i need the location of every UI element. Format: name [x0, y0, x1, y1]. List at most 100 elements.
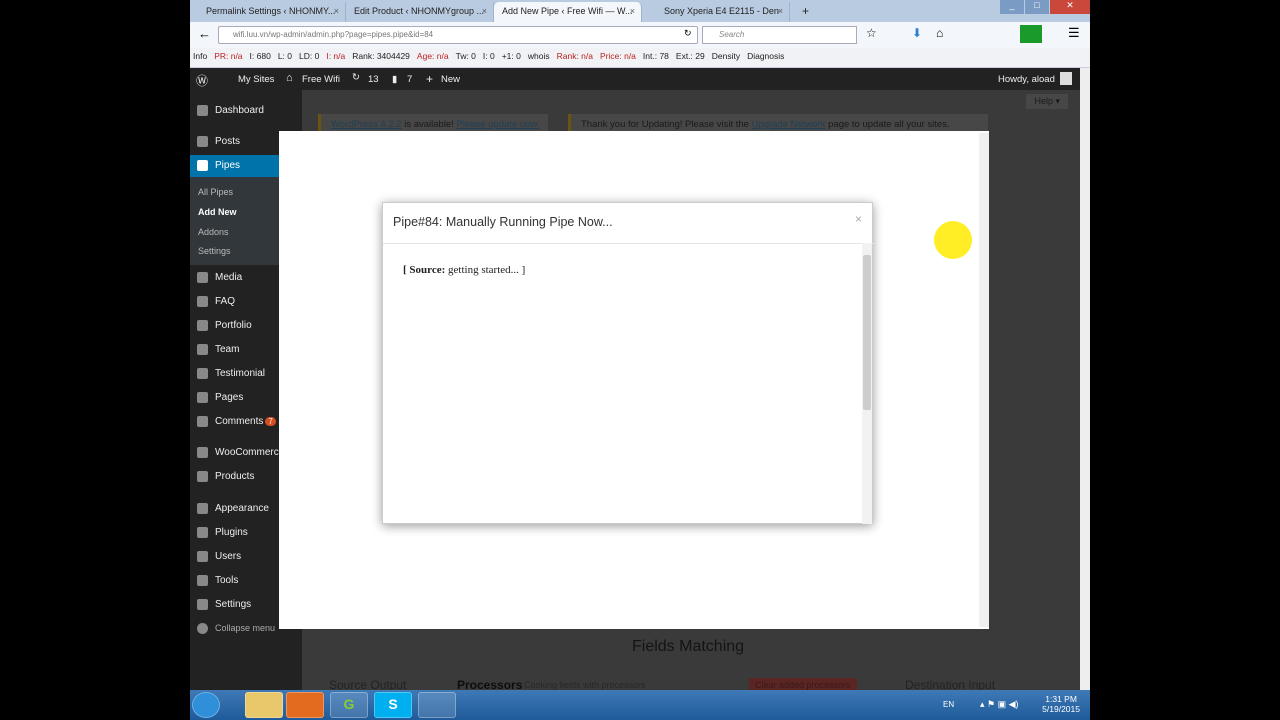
processors-heading: Processors	[457, 678, 523, 690]
sidebar-item-media[interactable]: Media	[190, 267, 279, 289]
sidebar-item-tools[interactable]: Tools	[190, 570, 279, 592]
extension-icon[interactable]	[1020, 25, 1042, 43]
my-sites-link[interactable]: My Sites	[238, 74, 274, 85]
scrollbar-thumb[interactable]	[863, 255, 871, 410]
maximize-icon[interactable]: □	[1025, 0, 1049, 14]
modal-scrollbar[interactable]	[979, 133, 989, 627]
submenu-settings[interactable]: Settings	[198, 246, 231, 256]
sidebar-item-portfolio[interactable]: Portfolio	[190, 315, 279, 337]
label: Comments	[215, 416, 264, 427]
processors-hint: Cooking fields with processors	[524, 680, 646, 690]
update-now-link[interactable]: Please update now.	[457, 119, 540, 130]
seo-item[interactable]: Info	[193, 51, 207, 64]
seo-item[interactable]: Age: n/a	[417, 51, 449, 64]
submenu-add-new[interactable]: Add New	[198, 207, 237, 217]
new-link[interactable]: New	[441, 74, 460, 85]
seo-item[interactable]: I: n/a	[326, 51, 345, 64]
collapse-menu-button[interactable]: Collapse menu	[190, 618, 279, 640]
seo-item[interactable]: Price: n/a	[600, 51, 636, 64]
page-scrollbar[interactable]	[1080, 68, 1090, 690]
upgrade-network-link[interactable]: Upgrade Network	[752, 119, 826, 130]
wordpress-logo-icon[interactable]: Ⓦ	[196, 72, 208, 89]
sidebar-item-users[interactable]: Users	[190, 546, 279, 568]
seo-item[interactable]: Rank: n/a	[557, 51, 593, 64]
seo-item[interactable]: PR: n/a	[214, 51, 242, 64]
language-indicator[interactable]: EN	[943, 700, 954, 709]
bookmark-star-icon[interactable]: ☆	[866, 26, 877, 40]
tray-icons[interactable]: ▴ ⚑ ▣ ◀)	[980, 699, 1019, 710]
howdy-link[interactable]: Howdy, aload	[998, 74, 1055, 85]
products-icon	[197, 471, 208, 482]
clock[interactable]: 1:31 PM 5/19/2015	[1042, 694, 1080, 714]
close-tab-icon[interactable]: ×	[778, 6, 783, 16]
comments-link[interactable]: 7	[407, 74, 412, 85]
menu-icon[interactable]: ☰	[1068, 25, 1080, 41]
label: Posts	[215, 136, 241, 147]
tab[interactable]: Edit Product ‹ NHONMYgroup ... ×	[346, 2, 494, 22]
sidebar-item-posts[interactable]: Posts	[190, 131, 279, 153]
minimize-icon[interactable]: _	[1000, 0, 1024, 14]
wordpress-version-link[interactable]: WordPress 4.2.2	[331, 119, 402, 130]
close-window-icon[interactable]: ✕	[1050, 0, 1090, 14]
label: Plugins	[215, 527, 248, 538]
source-output-heading: Source Output	[329, 678, 407, 690]
url-bar[interactable]: wifi.luu.vn/wp-admin/admin.php?page=pipe…	[218, 26, 698, 44]
testimonial-icon	[197, 368, 208, 379]
new-tab-button[interactable]: +	[794, 0, 817, 20]
submenu-all-pipes[interactable]: All Pipes	[198, 187, 233, 197]
sidebar-item-settings[interactable]: Settings	[190, 594, 279, 616]
sidebar-item-pages[interactable]: Pages	[190, 387, 279, 409]
updates-link[interactable]: 13	[368, 74, 379, 85]
close-icon[interactable]: ×	[855, 212, 862, 226]
sidebar-item-team[interactable]: Team	[190, 339, 279, 361]
dialog-scrollbar[interactable]	[862, 243, 872, 524]
explorer-icon[interactable]	[245, 692, 283, 718]
coccoc-icon[interactable]: G	[330, 692, 368, 718]
download-icon[interactable]: ⬇	[912, 26, 922, 40]
sidebar-item-products[interactable]: Products	[190, 466, 279, 488]
seo-item[interactable]: Ext.: 29	[676, 51, 705, 64]
seo-item[interactable]: whois	[528, 51, 550, 64]
seo-item[interactable]: Tw: 0	[456, 51, 476, 64]
sidebar-item-woocommerce[interactable]: WooCommerce	[190, 442, 284, 464]
sidebar-item-appearance[interactable]: Appearance	[190, 498, 279, 520]
avatar[interactable]	[1060, 72, 1072, 85]
sidebar-item-dashboard[interactable]: Dashboard	[190, 100, 279, 122]
seo-item[interactable]: I: 0	[483, 51, 495, 64]
seo-item[interactable]: L: 0	[278, 51, 292, 64]
tab-active[interactable]: Add New Pipe ‹ Free Wifi — W... ×	[494, 2, 642, 22]
close-tab-icon[interactable]: ×	[630, 6, 635, 16]
firefox-icon[interactable]	[286, 692, 324, 718]
label: Tools	[215, 575, 239, 586]
seo-item[interactable]: Density	[712, 51, 740, 64]
notepad-icon[interactable]	[418, 692, 456, 718]
submenu-addons[interactable]: Addons	[198, 227, 229, 237]
search-input[interactable]: Search	[702, 26, 857, 44]
tab[interactable]: Permalink Settings ‹ NHONMY... ×	[198, 2, 346, 22]
seo-item[interactable]: Diagnosis	[747, 51, 784, 64]
reload-icon[interactable]: ↻	[684, 28, 692, 39]
seo-item[interactable]: LD: 0	[299, 51, 319, 64]
comments-icon	[197, 416, 208, 427]
start-button[interactable]	[192, 692, 220, 718]
sidebar-item-faq[interactable]: FAQ	[190, 291, 279, 313]
site-link[interactable]: Free Wifi	[302, 74, 340, 85]
back-icon[interactable]: ←	[198, 26, 211, 41]
skype-icon[interactable]: S	[374, 692, 412, 718]
team-icon	[197, 344, 208, 355]
help-tab[interactable]: Help ▾	[1026, 94, 1068, 109]
sidebar-item-comments[interactable]: Comments 7	[190, 411, 279, 433]
seo-item[interactable]: Rank: 3404429	[352, 51, 410, 64]
sidebar-item-testimonial[interactable]: Testimonial	[190, 363, 279, 385]
clear-processors-button[interactable]: Clear added processors	[749, 678, 857, 690]
close-tab-icon[interactable]: ×	[334, 6, 339, 16]
seo-item[interactable]: Int.: 78	[643, 51, 669, 64]
thickbox-modal: Pipe#84: Manually Running Pipe Now... × …	[279, 131, 989, 629]
home-icon[interactable]: ⌂	[936, 26, 943, 40]
close-tab-icon[interactable]: ×	[482, 6, 487, 16]
sidebar-item-plugins[interactable]: Plugins	[190, 522, 279, 544]
pages-icon	[197, 392, 208, 403]
seo-item[interactable]: +1: 0	[502, 51, 521, 64]
seo-item[interactable]: I: 680	[250, 51, 271, 64]
tab[interactable]: Sony Xperia E4 E2115 - Den ×	[642, 2, 790, 22]
